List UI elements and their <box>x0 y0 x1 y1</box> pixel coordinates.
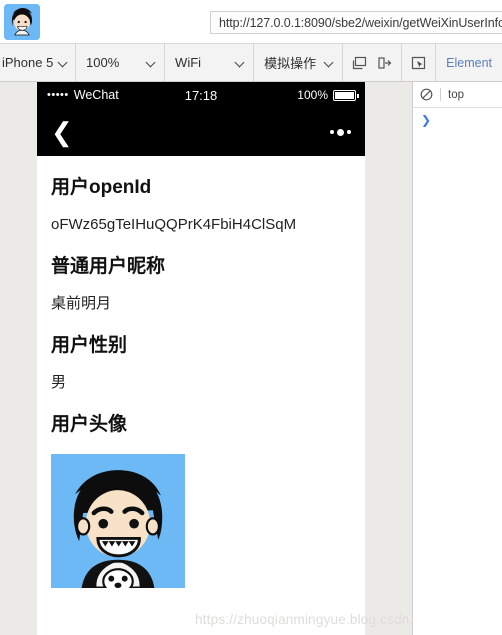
toolbar-divider <box>440 88 441 101</box>
field-value-openid: oFWz65gTeIHuQQPrK4FbiH4ClSqM <box>51 215 297 233</box>
wechat-status-bar: ••••• WeChat 17:18 100% <box>37 82 365 108</box>
device-toolbar-icons <box>343 44 403 81</box>
console-prompt-icon: ❯ <box>421 113 432 127</box>
field-label-nickname: 普通用户昵称 <box>51 255 166 277</box>
chevron-down-icon <box>147 58 156 67</box>
battery-full-icon <box>333 89 359 101</box>
emulation-canvas: ••••• WeChat 17:18 100% ❮ 用户openId oFWz6… <box>0 82 412 635</box>
device-emulation-toolbar: iPhone 5 100% WiFi 模拟操作 Element <box>0 44 502 82</box>
url-text: http://127.0.0.1:8090/sbe2/weixin/getWei… <box>219 15 502 30</box>
address-bar[interactable]: http://127.0.0.1:8090/sbe2/weixin/getWei… <box>210 11 502 34</box>
user-avatar-svg <box>51 453 185 594</box>
user-avatar-image <box>51 453 185 594</box>
chevron-down-icon <box>59 58 67 67</box>
network-selector[interactable]: WiFi <box>165 44 255 81</box>
device-selector[interactable]: iPhone 5 <box>0 44 76 81</box>
simulate-operation-label: 模拟操作 <box>264 56 317 71</box>
console-context-selector[interactable]: top <box>448 89 464 101</box>
browser-toolbar: http://127.0.0.1:8090/sbe2/weixin/getWei… <box>0 0 502 44</box>
field-value-nickname: 桌前明月 <box>51 294 112 312</box>
chevron-down-icon <box>325 58 334 67</box>
status-right-group: 100% <box>297 88 359 102</box>
console-input-row[interactable]: ❯ <box>413 108 502 132</box>
rotate-device-icon[interactable] <box>352 56 367 70</box>
device-width-icon[interactable] <box>377 56 392 70</box>
field-value-gender: 男 <box>51 373 67 391</box>
back-chevron-icon[interactable]: ❮ <box>51 119 73 145</box>
inspect-element-button[interactable] <box>402 44 437 81</box>
battery-percent-label: 100% <box>297 88 328 102</box>
simulate-operation-selector[interactable]: 模拟操作 <box>254 44 344 81</box>
chevron-down-icon <box>236 58 245 67</box>
device-selector-label: iPhone 5 <box>2 55 54 70</box>
tab-elements[interactable]: Element <box>436 44 502 81</box>
more-options-icon[interactable] <box>330 128 351 136</box>
field-label-openid: 用户openId <box>51 177 152 198</box>
inspect-element-icon <box>412 56 426 69</box>
device-viewport: ••••• WeChat 17:18 100% ❮ 用户openId oFWz6… <box>37 82 365 635</box>
console-toolbar: top <box>413 82 502 108</box>
tab-elements-label: Element <box>446 55 492 70</box>
clear-console-icon[interactable] <box>420 88 433 101</box>
zoom-selector-label: 100% <box>86 55 120 70</box>
devtools-panel: top ❯ <box>412 82 502 635</box>
user-info-content: 用户openId oFWz65gTeIHuQQPrK4FbiH4ClSqM 普通… <box>37 176 365 594</box>
site-avatar-icon[interactable] <box>4 4 40 40</box>
zoom-selector[interactable]: 100% <box>76 44 166 81</box>
field-label-avatar: 用户头像 <box>51 413 128 435</box>
network-selector-label: WiFi <box>175 55 202 70</box>
site-avatar-svg <box>4 4 40 40</box>
wechat-nav-bar: ❮ <box>37 108 365 156</box>
field-label-gender: 用户性别 <box>51 334 128 356</box>
